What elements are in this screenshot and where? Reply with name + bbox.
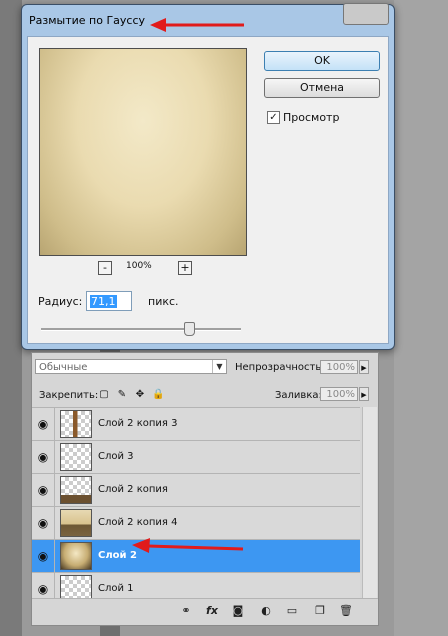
new-layer-icon[interactable]: ❐: [312, 603, 328, 619]
radius-slider-thumb[interactable]: [184, 322, 195, 336]
radius-label: Радиус:: [38, 295, 83, 308]
fill-field[interactable]: 100%: [320, 387, 358, 401]
layer-row[interactable]: ◉ Слой 2 копия 4: [32, 506, 360, 539]
eye-icon: ◉: [37, 516, 49, 530]
dialog-title: Размытие по Гауссу: [29, 14, 146, 27]
eye-icon: ◉: [37, 450, 49, 464]
layer-name: Слой 2 копия 4: [98, 517, 178, 528]
dialog-body: - 100% + Радиус: 71,1 пикс. OK Отмена ✓ …: [27, 36, 389, 344]
fx-icon[interactable]: fx: [204, 603, 220, 619]
layer-thumbnail: [60, 443, 92, 471]
ok-button[interactable]: OK: [264, 51, 380, 71]
layers-bottom-bar: ⚭ fx ◙ ◐ ▭ ❐ 🗑: [32, 598, 378, 625]
lock-move-icon[interactable]: ✥: [134, 389, 146, 401]
radius-unit: пикс.: [148, 295, 179, 308]
radius-value: 71,1: [90, 295, 117, 308]
opacity-field[interactable]: 100%: [320, 360, 358, 374]
zoom-level: 100%: [126, 261, 152, 271]
background-left: [0, 0, 22, 636]
layer-name: Слой 3: [98, 451, 134, 462]
layers-panel: Обычные ▼ Непрозрачность: 100% ▶ Закрепи…: [31, 352, 379, 626]
blend-mode-select[interactable]: Обычные ▼: [35, 359, 227, 374]
layer-thumbnail: [60, 410, 92, 438]
dialog-titlebar[interactable]: Размытие по Гауссу: [22, 5, 394, 35]
radius-slider-track[interactable]: [41, 328, 241, 331]
layer-row[interactable]: ◉ Слой 2 копия: [32, 473, 360, 506]
lock-label: Закрепить:: [39, 390, 99, 401]
mask-icon[interactable]: ◙: [230, 603, 246, 619]
preview-checkbox[interactable]: ✓: [267, 111, 280, 124]
adjustment-icon[interactable]: ◐: [258, 603, 274, 619]
visibility-toggle[interactable]: ◉: [32, 540, 55, 572]
layers-list: ◉ Слой 2 копия 3 ◉ Слой 3 ◉ Слой 2 копия…: [32, 407, 360, 605]
window-close-button[interactable]: [343, 3, 389, 25]
gaussian-blur-dialog: Размытие по Гауссу - 100% + Радиус: 71,1…: [21, 4, 395, 350]
eye-icon: ◉: [37, 549, 49, 563]
layer-name: Слой 2 копия: [98, 484, 168, 495]
fill-label: Заливка:: [275, 390, 322, 401]
layer-name: Слой 1: [98, 583, 134, 594]
eye-icon: ◉: [37, 582, 49, 596]
folder-icon[interactable]: ▭: [284, 603, 300, 619]
lock-all-icon[interactable]: 🔒: [152, 389, 164, 401]
layers-scrollbar[interactable]: [362, 407, 377, 599]
red-arrow-icon: [132, 538, 244, 553]
trash-icon[interactable]: 🗑: [338, 603, 354, 619]
background-right: [394, 0, 448, 636]
zoom-out-button[interactable]: -: [98, 261, 112, 275]
chevron-down-icon: ▼: [212, 360, 226, 373]
visibility-toggle[interactable]: ◉: [32, 408, 55, 440]
lock-transparency-icon[interactable]: ▢: [98, 389, 110, 401]
blur-preview[interactable]: [39, 48, 247, 256]
layer-thumbnail: [60, 476, 92, 504]
opacity-arrow-icon[interactable]: ▶: [359, 360, 369, 374]
zoom-in-button[interactable]: +: [178, 261, 192, 275]
radius-input[interactable]: 71,1: [86, 291, 132, 311]
layer-row[interactable]: ◉ Слой 2 копия 3: [32, 407, 360, 440]
blend-mode-value: Обычные: [39, 362, 88, 373]
link-icon[interactable]: ⚭: [178, 603, 194, 619]
eye-icon: ◉: [37, 417, 49, 431]
eye-icon: ◉: [37, 483, 49, 497]
red-arrow-icon: [150, 18, 244, 32]
visibility-toggle[interactable]: ◉: [32, 507, 55, 539]
fill-arrow-icon[interactable]: ▶: [359, 387, 369, 401]
layer-thumbnail: [60, 542, 92, 570]
visibility-toggle[interactable]: ◉: [32, 441, 55, 473]
lock-brush-icon[interactable]: ✎: [116, 389, 128, 401]
layer-name: Слой 2 копия 3: [98, 418, 178, 429]
cancel-button[interactable]: Отмена: [264, 78, 380, 98]
preview-label: Просмотр: [283, 111, 340, 124]
opacity-label: Непрозрачность:: [235, 362, 325, 373]
visibility-toggle[interactable]: ◉: [32, 474, 55, 506]
layer-row[interactable]: ◉ Слой 3: [32, 440, 360, 473]
layer-thumbnail: [60, 509, 92, 537]
